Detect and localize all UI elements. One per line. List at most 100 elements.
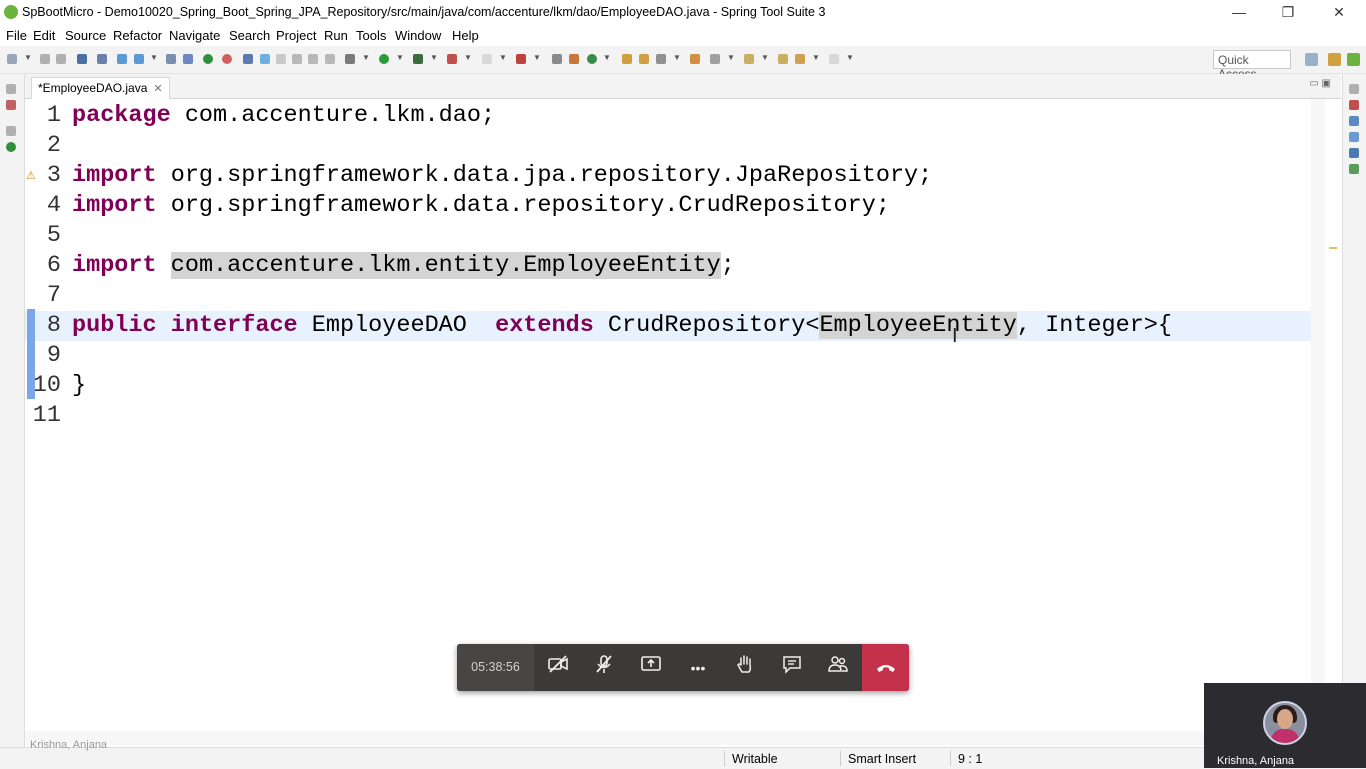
refresh-icon[interactable]	[222, 54, 232, 64]
progress-icon[interactable]	[1349, 164, 1359, 174]
menu-edit[interactable]: Edit	[33, 28, 55, 43]
build-icon[interactable]	[97, 54, 107, 64]
code-line[interactable]: 2	[25, 131, 1311, 161]
print-icon[interactable]	[77, 54, 87, 64]
dropdown-arrow-icon[interactable]: ▼	[812, 53, 820, 62]
open-task-icon[interactable]	[639, 54, 649, 64]
dropdown-arrow-icon[interactable]: ▼	[499, 53, 507, 62]
new-java-project-icon[interactable]	[552, 54, 562, 64]
run-icon[interactable]	[379, 54, 389, 64]
spring-explorer-icon[interactable]	[1349, 132, 1359, 142]
new-class-icon[interactable]	[587, 54, 597, 64]
save-all-icon[interactable]	[56, 54, 66, 64]
dropdown-arrow-icon[interactable]: ▼	[533, 53, 541, 62]
restore-icon[interactable]	[1349, 84, 1359, 94]
annotation-icon[interactable]	[690, 54, 700, 64]
hang-up-button[interactable]	[862, 644, 909, 691]
dropdown-arrow-icon[interactable]: ▼	[150, 53, 158, 62]
prev-annotation-icon[interactable]	[744, 54, 754, 64]
close-window-button[interactable]: ✕	[1316, 0, 1362, 25]
code-line[interactable]: 3 import org.springframework.data.jpa.rep…	[25, 161, 1311, 191]
last-edit-icon[interactable]	[778, 54, 788, 64]
outline-icon[interactable]	[1349, 100, 1359, 110]
menu-navigate[interactable]: Navigate	[169, 28, 220, 43]
participant-video-tile[interactable]: Krishna, Anjana	[1204, 683, 1366, 768]
dropdown-arrow-icon[interactable]: ▼	[603, 53, 611, 62]
pin-icon[interactable]	[276, 54, 286, 64]
chat-button[interactable]	[777, 653, 807, 683]
minimize-button[interactable]: —	[1216, 0, 1262, 25]
more-actions-button[interactable]: •••	[683, 653, 713, 683]
debug-icon[interactable]	[203, 54, 213, 64]
code-line[interactable]: 9	[25, 341, 1311, 371]
save-icon[interactable]	[40, 54, 50, 64]
code-line[interactable]: 11	[25, 401, 1311, 431]
tab-employeedao-java[interactable]: *EmployeeDAO.java ✕	[31, 77, 170, 99]
task-list-icon[interactable]	[1349, 116, 1359, 126]
warning-icon[interactable]: ⚠	[26, 169, 36, 183]
boot-dashboard-icon[interactable]	[6, 142, 16, 152]
menu-tools[interactable]: Tools	[356, 28, 386, 43]
skip-breakpoints-icon[interactable]	[345, 54, 355, 64]
code-line[interactable]: 7	[25, 281, 1311, 311]
code-line[interactable]: 1 package com.accenture.lkm.dao;	[25, 101, 1311, 131]
spring-boot-icon[interactable]	[134, 54, 144, 64]
lock-icon[interactable]	[183, 54, 193, 64]
dropdown-arrow-icon[interactable]: ▼	[464, 53, 472, 62]
dropdown-arrow-icon[interactable]: ▼	[727, 53, 735, 62]
dropdown-arrow-icon[interactable]: ▼	[846, 53, 854, 62]
minimize-icon[interactable]: ▭	[1309, 78, 1318, 89]
maximize-icon[interactable]: ▣	[1322, 78, 1331, 89]
block-select-icon[interactable]	[308, 54, 318, 64]
camera-toggle-button[interactable]	[543, 653, 573, 683]
code-line[interactable]: 8 public interface EmployeeDAO extends Cr…	[25, 311, 1311, 341]
next-annotation-icon[interactable]	[710, 54, 720, 64]
raise-hand-button[interactable]	[730, 653, 760, 683]
warning-marker[interactable]	[1329, 247, 1337, 249]
menu-search[interactable]: Search	[229, 28, 270, 43]
mic-toggle-button[interactable]	[589, 653, 619, 683]
participants-button[interactable]	[823, 653, 853, 683]
code-line[interactable]: 4 import org.springframework.data.reposit…	[25, 191, 1311, 221]
close-tab-icon[interactable]: ✕	[153, 83, 162, 95]
code-line[interactable]: 6 import com.accenture.lkm.entity.Employe…	[25, 251, 1311, 281]
menu-window[interactable]: Window	[395, 28, 441, 43]
dropdown-arrow-icon[interactable]: ▼	[430, 53, 438, 62]
maximize-button[interactable]: ❐	[1265, 0, 1311, 25]
whitespace-icon[interactable]	[325, 54, 335, 64]
menu-source[interactable]: Source	[65, 28, 106, 43]
open-perspective-icon[interactable]	[1305, 53, 1318, 66]
code-line[interactable]: 10}	[25, 371, 1311, 401]
external-tools-icon[interactable]	[447, 54, 457, 64]
horizontal-scrollbar[interactable]	[25, 731, 1311, 745]
dropdown-arrow-icon[interactable]: ▼	[761, 53, 769, 62]
search-icon[interactable]	[656, 54, 666, 64]
menu-run[interactable]: Run	[324, 28, 348, 43]
new-package-icon[interactable]	[569, 54, 579, 64]
restore-icon[interactable]	[6, 84, 16, 94]
code-line[interactable]: 5	[25, 221, 1311, 251]
share-screen-button[interactable]	[636, 653, 666, 683]
dropdown-arrow-icon[interactable]: ▼	[362, 53, 370, 62]
vertical-scrollbar[interactable]	[1311, 99, 1325, 746]
menu-file[interactable]: File	[6, 28, 27, 43]
run-last-icon[interactable]	[413, 54, 423, 64]
launch-icon[interactable]	[516, 54, 526, 64]
package-explorer-icon[interactable]	[6, 100, 16, 110]
open-folder-icon[interactable]	[622, 54, 632, 64]
dropdown-arrow-icon[interactable]: ▼	[673, 53, 681, 62]
terminate-icon[interactable]	[482, 54, 492, 64]
new-icon[interactable]	[7, 54, 17, 64]
word-wrap-icon[interactable]	[292, 54, 302, 64]
menu-help[interactable]: Help	[452, 28, 479, 43]
server-icon[interactable]	[166, 54, 176, 64]
menu-refactor[interactable]: Refactor	[113, 28, 162, 43]
restore-icon[interactable]	[6, 126, 16, 136]
quick-access-input[interactable]: Quick Access	[1213, 50, 1291, 81]
java-perspective-icon[interactable]	[1328, 53, 1341, 66]
open-type-icon[interactable]	[243, 54, 253, 64]
spring-icon[interactable]	[117, 54, 127, 64]
console-icon[interactable]	[1349, 148, 1359, 158]
dropdown-arrow-icon[interactable]: ▼	[396, 53, 404, 62]
menu-project[interactable]: Project	[276, 28, 316, 43]
